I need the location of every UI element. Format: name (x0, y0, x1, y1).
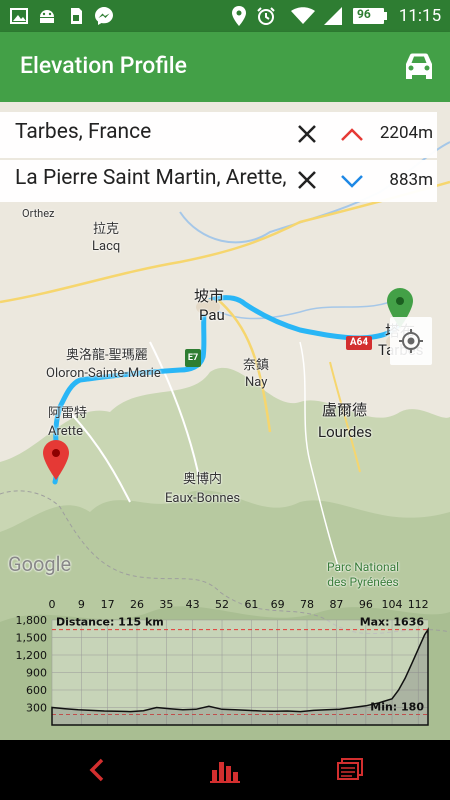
battery-icon: 96 (352, 6, 388, 26)
clear-origin-button[interactable] (296, 123, 318, 145)
back-button[interactable] (80, 754, 116, 786)
status-bar: 96 11:15 (0, 0, 450, 32)
map-label-lourdes: Lourdes (318, 423, 373, 441)
x-tick-label: 112 (408, 598, 429, 611)
map-label-pau-cn: 坡市 (194, 287, 225, 305)
origin-elevation: 2204m (379, 123, 433, 143)
clock: 11:15 (398, 6, 442, 26)
map-label-parc: Parc National des Pyrénées (326, 560, 400, 589)
x-tick-label: 17 (101, 598, 115, 611)
map-label-oloron: Oloron-Sainte-Marie (46, 366, 161, 381)
min-annotation: Min: 180 (370, 701, 424, 714)
location-icon (228, 6, 250, 26)
end-marker-icon[interactable] (43, 440, 69, 480)
x-tick-label: 104 (382, 598, 403, 611)
page-title: Elevation Profile (20, 52, 187, 79)
battery-level: 96 (357, 7, 371, 21)
signal-icon (322, 6, 344, 26)
google-logo: Google (8, 552, 72, 576)
map-label-oloron-cn: 奥洛龍-聖瑪麗 (66, 348, 148, 363)
map-label-lacq-cn: 拉克 (93, 222, 120, 237)
chart-button[interactable] (207, 754, 243, 786)
elevation-chart[interactable]: 0 9 17 26 35 43 52 61 69 78 87 96 104 112 1,800 1,500 1… (10, 598, 440, 740)
map-label-arette: Arette (48, 424, 84, 439)
map-label-eauxbonnes: Eaux-Bonnes (165, 491, 241, 506)
x-tick-label: 35 (159, 598, 173, 611)
alarm-icon (255, 6, 277, 26)
origin-row: Tarbes, France 2204m (0, 112, 437, 158)
clear-destination-button[interactable] (296, 169, 318, 191)
destination-input[interactable]: La Pierre Saint Martin, Arette, France (15, 166, 290, 198)
x-tick-label: 96 (359, 598, 373, 611)
y-tick-label: 1,500 (16, 632, 48, 645)
x-tick-label: 26 (130, 598, 144, 611)
x-tick-label: 52 (215, 598, 229, 611)
map-label-nay: Nay (245, 375, 268, 390)
chevron-left-icon (89, 758, 104, 782)
y-tick-label: 900 (26, 667, 47, 680)
y-tick-label: 1,800 (16, 614, 48, 627)
bottom-nav-bar (0, 740, 450, 800)
destination-elevation: 883m (389, 170, 433, 190)
list-button[interactable] (332, 754, 368, 786)
elevation-chart-plot: 0 9 17 26 35 43 52 61 69 78 87 96 104 112 1,800 1,500 1… (16, 598, 429, 726)
y-tick-label: 300 (26, 702, 47, 715)
distance-annotation: Distance: 115 km (56, 616, 164, 629)
car-icon[interactable] (402, 52, 436, 80)
x-tick-label: 43 (186, 598, 200, 611)
destination-row: La Pierre Saint Martin, Arette, France 8… (0, 160, 437, 202)
wifi-icon (290, 6, 316, 26)
sim-icon (66, 6, 86, 26)
x-tick-label: 0 (49, 598, 56, 611)
app-bar: Elevation Profile (0, 32, 450, 102)
close-icon (298, 171, 316, 189)
list-icon (337, 758, 363, 780)
map-label-eauxbonnes-cn: 奥博内 (183, 472, 223, 487)
y-tick-label: 600 (26, 684, 47, 697)
x-tick-label: 9 (78, 598, 85, 611)
image-icon (8, 6, 30, 26)
origin-input[interactable]: Tarbes, France (15, 120, 290, 144)
my-location-button[interactable] (390, 317, 432, 365)
android-debug-icon (36, 6, 58, 26)
max-annotation: Max: 1636 (360, 616, 425, 629)
map-label-orthez: Orthez (22, 207, 55, 220)
close-icon (298, 125, 316, 143)
map-label-lourdes-cn: 盧爾德 (322, 401, 368, 419)
x-tick-label: 69 (271, 598, 285, 611)
elevation-down-icon (340, 173, 364, 189)
messenger-icon (92, 6, 116, 26)
map-label-lacq: Lacq (92, 239, 121, 254)
road-badge-a64: A64 (346, 336, 372, 350)
bar-chart-icon (210, 762, 240, 783)
y-tick-label: 1,200 (16, 649, 48, 662)
crosshair-icon (399, 329, 423, 353)
map-label-pau: Pau (199, 306, 225, 324)
road-badge-e7: E7 (185, 349, 201, 367)
map-label-nay-cn: 奈鎮 (243, 358, 270, 373)
elevation-up-icon (340, 126, 364, 142)
x-tick-label: 61 (244, 598, 258, 611)
map-label-arette-cn: 阿雷特 (48, 406, 88, 421)
x-tick-label: 87 (329, 598, 343, 611)
x-tick-label: 78 (300, 598, 314, 611)
